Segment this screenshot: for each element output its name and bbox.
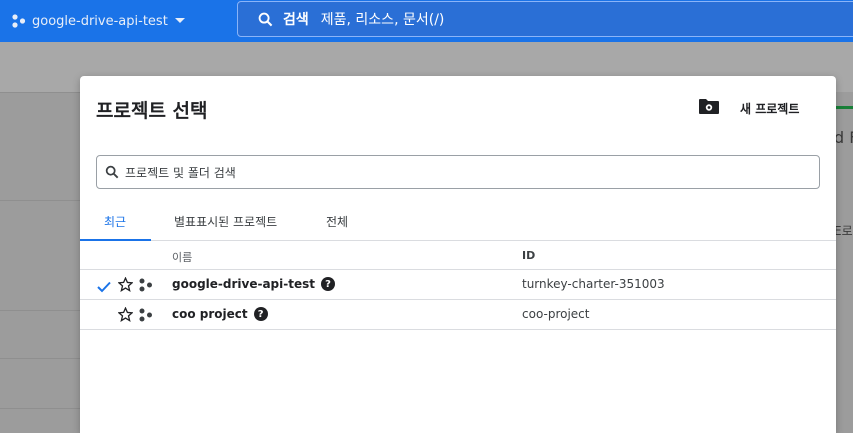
new-project-button[interactable]: 새 프로젝트 [698, 98, 799, 118]
project-id-cell: coo-project [522, 307, 590, 321]
help-icon[interactable]: ? [321, 277, 335, 291]
project-switcher[interactable]: google-drive-api-test [12, 10, 186, 32]
tab-recent[interactable]: 최근 [104, 213, 126, 230]
background-text: E로 [836, 224, 853, 238]
checkmark-icon [97, 278, 111, 297]
dialog-title: 프로젝트 선택 [96, 100, 208, 122]
project-name-cell[interactable]: google-drive-api-test ? [172, 277, 335, 291]
project-search-input[interactable]: 프로젝트 및 폴더 검색 [96, 155, 820, 189]
search-icon [258, 12, 273, 27]
project-name: coo project [172, 307, 248, 321]
tab-all[interactable]: 전체 [326, 213, 348, 230]
project-name: google-drive-api-test [172, 277, 315, 291]
project-icon [139, 307, 153, 326]
project-select-dialog: 프로젝트 선택 새 프로젝트 프로젝트 및 폴더 검색 최근 별표표시된 프로젝… [80, 76, 836, 433]
top-app-bar: google-drive-api-test 검색 제품, 리소스, 문서(/) [0, 0, 853, 42]
global-search-bar[interactable]: 검색 제품, 리소스, 문서(/) [237, 1, 853, 37]
search-placeholder: 프로젝트 및 폴더 검색 [125, 165, 236, 180]
star-icon[interactable] [117, 306, 134, 326]
new-project-label: 새 프로젝트 [740, 101, 800, 116]
dropdown-arrow-icon [174, 17, 186, 25]
table-row[interactable]: coo project ? coo-project [80, 300, 836, 330]
tab-starred[interactable]: 별표표시된 프로젝트 [174, 213, 277, 230]
project-id-cell: turnkey-charter-351003 [522, 277, 665, 291]
background-right-panel: d F E로 [836, 92, 853, 433]
background-text: d F [836, 128, 853, 147]
new-folder-settings-icon [698, 98, 720, 118]
help-icon[interactable]: ? [253, 307, 268, 321]
table-row[interactable]: google-drive-api-test ? turnkey-charter-… [80, 270, 836, 300]
background-accent-bar [836, 106, 853, 109]
project-name-cell[interactable]: coo project ? [172, 307, 268, 321]
project-tabs: 최근 별표표시된 프로젝트 전체 [80, 205, 836, 241]
column-header-id: ID [522, 249, 536, 262]
project-icon [139, 277, 153, 296]
table-header: 이름 ID [80, 241, 836, 270]
project-name: google-drive-api-test [32, 13, 168, 29]
search-placeholder: 제품, 리소스, 문서(/) [320, 12, 445, 28]
project-table: 이름 ID google-drive-api-test ? turnkey-ch… [80, 241, 836, 330]
column-header-name: 이름 [172, 251, 193, 264]
background-left-panel [0, 92, 80, 433]
search-label: 검색 [283, 12, 309, 28]
star-icon[interactable] [117, 276, 134, 296]
search-icon [105, 165, 119, 179]
project-hierarchy-icon [12, 14, 26, 28]
